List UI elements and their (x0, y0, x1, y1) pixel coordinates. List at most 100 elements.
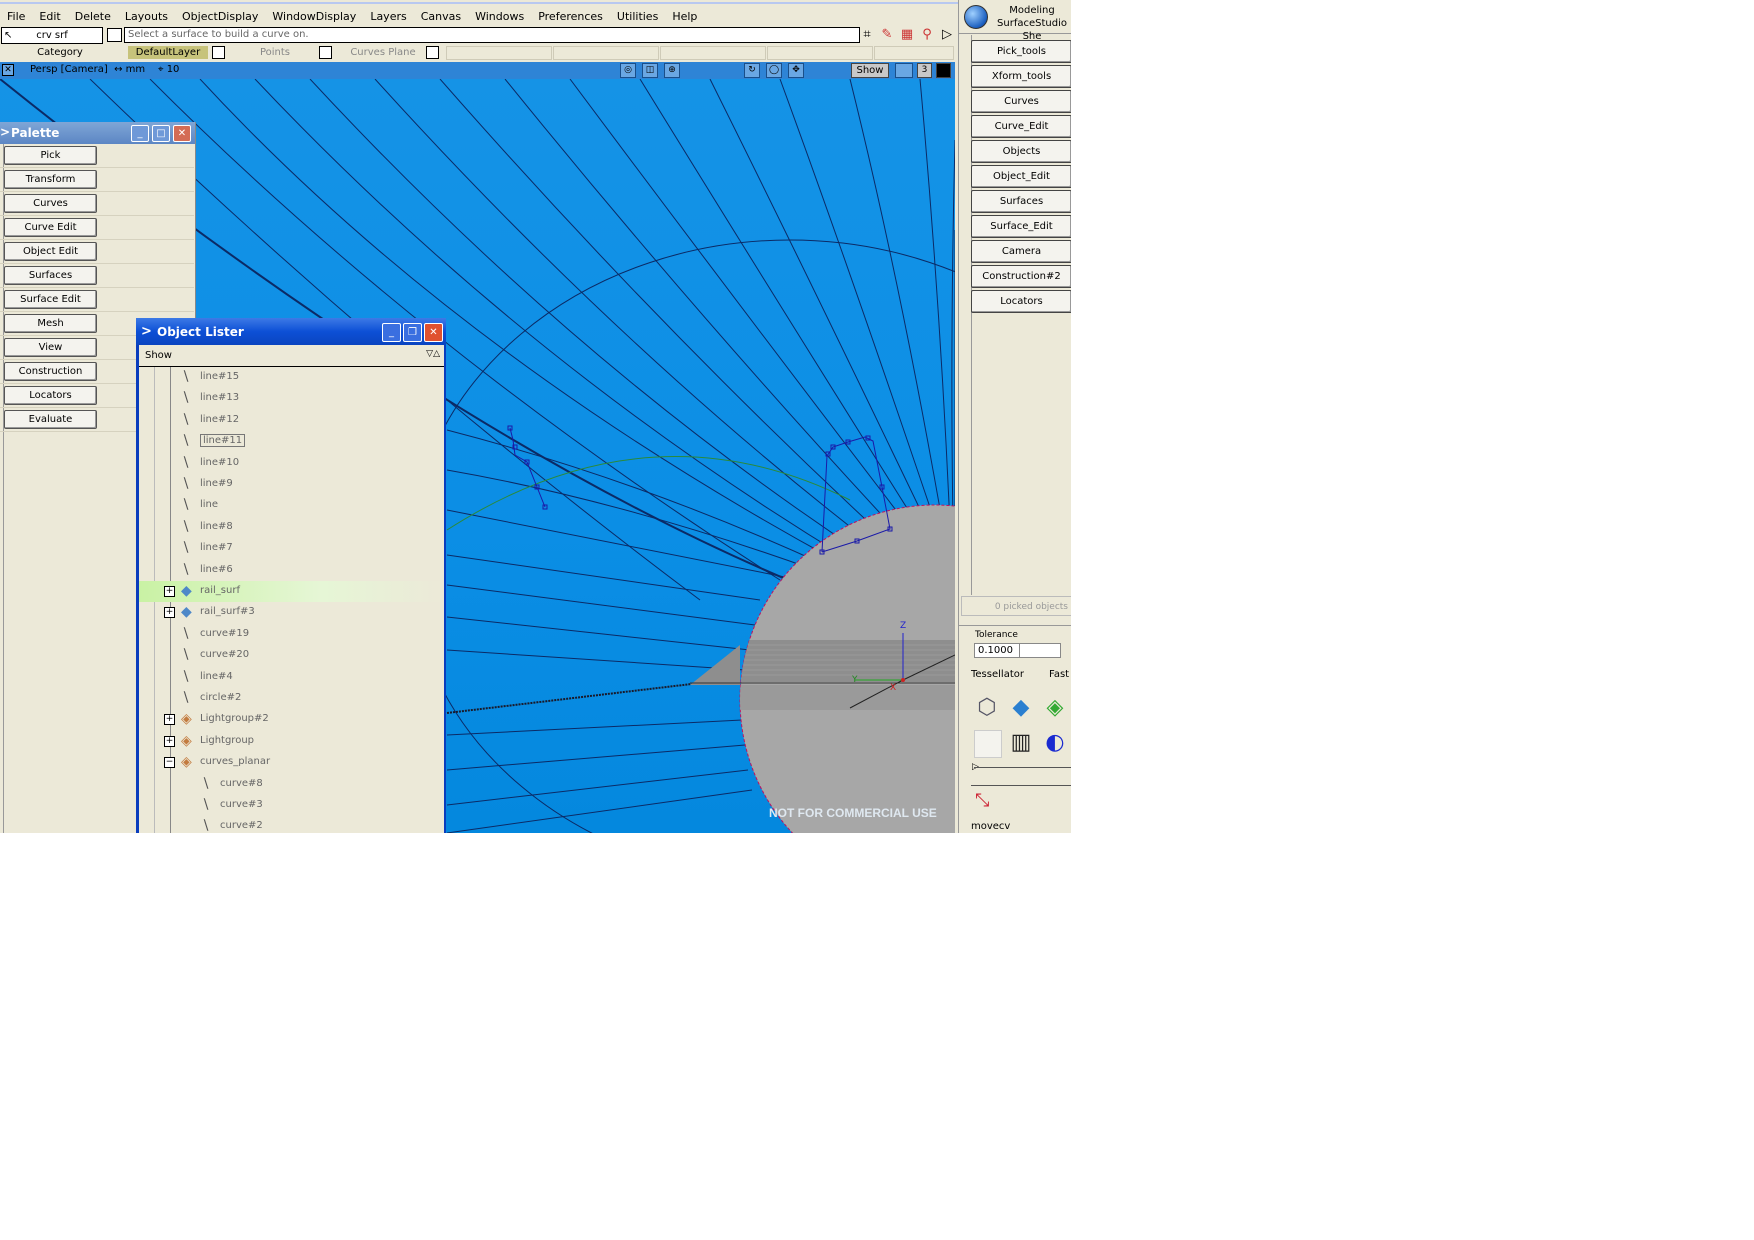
restore-icon[interactable]: ❐ (403, 323, 422, 342)
snap-grid-icon[interactable]: ⌗ (859, 27, 875, 43)
menu-windows[interactable]: Windows (468, 10, 531, 23)
menu-layers[interactable]: Layers (363, 10, 413, 23)
view-tumble-icon[interactable]: ↻ (744, 63, 760, 78)
shelf-tab-object-edit[interactable]: Object_Edit (971, 165, 1071, 188)
palette-locators-button[interactable]: Locators (4, 386, 97, 405)
current-tool-field[interactable]: ↖ crv srf (1, 27, 103, 44)
prompt-line[interactable]: Select a surface to build a curve on. (124, 27, 860, 43)
palette-curves-button[interactable]: Curves (4, 194, 97, 213)
menu-delete[interactable]: Delete (68, 10, 118, 23)
close-icon[interactable]: ✕ (424, 323, 443, 342)
tree-row[interactable]: ∖ line#9 (139, 474, 444, 495)
zebra-stripes-icon[interactable]: ▥ (1007, 729, 1035, 757)
palette-object-edit-button[interactable]: Object Edit (4, 242, 97, 261)
tree-row[interactable]: + ◈ Lightgroup (139, 731, 444, 752)
move-cv-icon[interactable]: ⤡ (975, 790, 989, 811)
expand-icon[interactable]: + (164, 714, 175, 726)
expand-icon[interactable]: + (164, 735, 175, 747)
tree-row[interactable]: ∖ curve#2 (139, 816, 444, 833)
layer-points-toggle-icon[interactable] (319, 46, 332, 59)
shelf-tab-xform-tools[interactable]: Xform_tools (971, 65, 1071, 88)
shelf-tab-curves[interactable]: Curves (971, 90, 1071, 113)
display-toggle-icon[interactable] (895, 63, 913, 78)
camera-zoom-icon[interactable]: ⊕ (664, 63, 680, 78)
shaded-icon[interactable]: ◆ (1007, 694, 1035, 722)
menu-objectdisplay[interactable]: ObjectDisplay (175, 10, 265, 23)
menu-help[interactable]: Help (665, 10, 704, 23)
prompt-history-icon[interactable] (107, 28, 122, 42)
multicolor-shade-icon[interactable]: ◈ (1041, 694, 1069, 722)
tree-row[interactable]: ∖ line#4 (139, 667, 444, 688)
menu-utilities[interactable]: Utilities (610, 10, 665, 23)
view-pan-icon[interactable]: ✥ (788, 63, 804, 78)
minimize-icon[interactable]: _ (382, 323, 401, 342)
tree-row[interactable]: ∖ circle#2 (139, 688, 444, 709)
tolerance-secondary-field[interactable] (1019, 643, 1061, 658)
tree-row[interactable]: ∖ line#11 (139, 431, 444, 452)
tree-row[interactable]: ∖ line#13 (139, 388, 444, 409)
category-label[interactable]: Category (0, 45, 120, 61)
layer-curves-plane[interactable]: Curves Plane (338, 46, 428, 59)
show-menu[interactable]: Show ▽△ (139, 345, 444, 367)
tree-row[interactable]: + ◆ rail_surf#3 (139, 602, 444, 623)
tree-row[interactable]: ∖ curve#20 (139, 645, 444, 666)
maximize-view-icon[interactable] (936, 63, 951, 78)
tree-row[interactable]: + ◈ Lightgroup#2 (139, 709, 444, 730)
play-icon[interactable]: ▷ (939, 27, 955, 43)
tree-row[interactable]: ∖ line#7 (139, 538, 444, 559)
shelf-tab-objects[interactable]: Objects (971, 140, 1071, 163)
empty-layer-slot[interactable] (874, 46, 954, 60)
tolerance-field[interactable]: 0.1000 (974, 643, 1021, 658)
tree-row[interactable]: ∖ line#12 (139, 410, 444, 431)
snap-point-icon[interactable]: ▦ (899, 27, 915, 43)
shelf-tab-curve-edit[interactable]: Curve_Edit (971, 115, 1071, 138)
menu-canvas[interactable]: Canvas (414, 10, 468, 23)
palette-pick-button[interactable]: Pick (4, 146, 97, 165)
curvature-shade-icon[interactable]: ◐ (1041, 729, 1069, 757)
close-icon[interactable]: ✕ (173, 125, 191, 142)
object-lister-titlebar[interactable]: > Object Lister _ ❐ ✕ (136, 318, 446, 345)
empty-layer-slot[interactable] (446, 46, 552, 60)
empty-tool-slot[interactable] (974, 730, 1002, 758)
collapse-arrow-icon[interactable]: > (141, 324, 152, 339)
shelf-tab-construction-2[interactable]: Construction#2 (971, 265, 1071, 288)
palette-view-button[interactable]: View (4, 338, 97, 357)
view-dolly-icon[interactable]: ◯ (766, 63, 782, 78)
tree-row[interactable]: ∖ line#6 (139, 560, 444, 581)
viewport-close-icon[interactable]: ✕ (2, 64, 14, 76)
empty-layer-slot[interactable] (660, 46, 766, 60)
tessellator-value[interactable]: Fast (1049, 669, 1069, 680)
layer-default-visibility-icon[interactable] (212, 46, 225, 59)
empty-layer-slot[interactable] (553, 46, 659, 60)
palette-curve-edit-button[interactable]: Curve Edit (4, 218, 97, 237)
maximize-icon[interactable]: □ (152, 125, 170, 142)
camera-tumble-icon[interactable]: ◎ (620, 63, 636, 78)
wireframe-icon[interactable]: ⬡ (973, 694, 1001, 722)
layer-curves-plane-toggle-icon[interactable] (426, 46, 439, 59)
tree-row[interactable]: ∖ curve#19 (139, 624, 444, 645)
filter-arrows-icon[interactable]: ▽△ (426, 349, 440, 359)
tree-row[interactable]: ∖ line#8 (139, 517, 444, 538)
menu-file[interactable]: File (0, 10, 32, 23)
tree-row[interactable]: ∖ curve#8 (139, 774, 444, 795)
expand-icon[interactable]: + (164, 586, 175, 597)
expand-icon[interactable]: + (164, 607, 175, 619)
shelf-tab-surfaces[interactable]: Surfaces (971, 190, 1071, 213)
palette-surfaces-button[interactable]: Surfaces (4, 266, 97, 285)
shelf-tab-pick-tools[interactable]: Pick_tools (971, 40, 1071, 63)
show-button[interactable]: Show (851, 63, 889, 78)
view-count-badge[interactable]: 3 (917, 63, 932, 78)
palette-mesh-button[interactable]: Mesh (4, 314, 97, 333)
snap-magnet-icon[interactable]: ⚲ (919, 27, 935, 43)
tree-row[interactable]: − ◈ curves_planar (139, 752, 444, 773)
snap-curve-icon[interactable]: ✎ (879, 27, 895, 43)
menu-layouts[interactable]: Layouts (118, 10, 175, 23)
shelf-slider[interactable] (974, 767, 1071, 768)
empty-layer-slot[interactable] (767, 46, 873, 60)
palette-construction-button[interactable]: Construction (4, 362, 97, 381)
palette-evaluate-button[interactable]: Evaluate (4, 410, 97, 429)
camera-track-icon[interactable]: ◫ (642, 63, 658, 78)
menu-edit[interactable]: Edit (32, 10, 67, 23)
collapse-arrow-icon[interactable]: > (0, 125, 10, 139)
collapse-icon[interactable]: − (164, 757, 175, 769)
